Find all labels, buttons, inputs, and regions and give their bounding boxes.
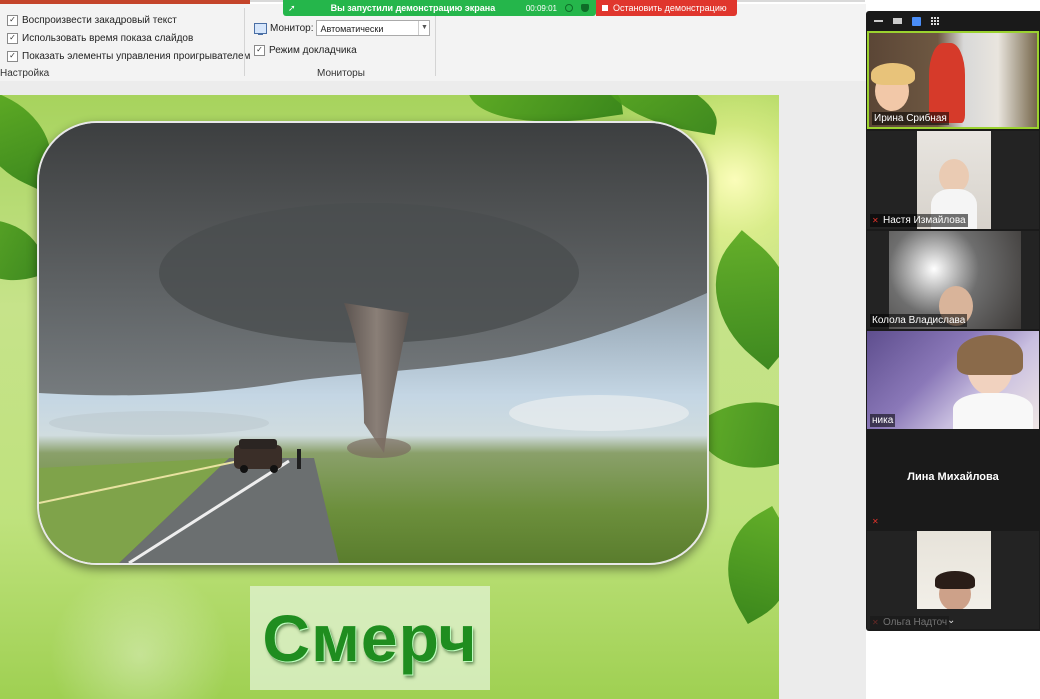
mic-muted-icon: ✕ bbox=[872, 517, 879, 526]
option-label: Воспроизвести закадровый текст bbox=[22, 14, 177, 26]
participant-panel: Ирина Срибная ✕ Настя Измайлова Колола В… bbox=[866, 11, 1040, 631]
stop-share-label: Остановить демонстрацию bbox=[613, 3, 727, 13]
option-play-narration[interactable]: ✓ Воспроизвести закадровый текст bbox=[7, 12, 177, 28]
participant-name-tag: Ирина Срибная bbox=[872, 112, 949, 125]
mic-muted-icon: ✕ bbox=[872, 618, 879, 627]
option-label: Показать элементы управления проигрывате… bbox=[22, 50, 251, 62]
group-divider bbox=[435, 8, 436, 76]
stop-share-button[interactable]: Остановить демонстрацию bbox=[596, 0, 737, 16]
option-label: Режим докладчика bbox=[269, 44, 357, 56]
shield-icon[interactable] bbox=[581, 4, 589, 12]
participant-tile[interactable]: ника bbox=[867, 331, 1039, 429]
participant-name-large: Лина Михайлова bbox=[907, 471, 999, 483]
slide-title: Смерч bbox=[262, 601, 478, 675]
chevron-down-icon[interactable]: ▼ bbox=[418, 21, 429, 35]
hair-shape bbox=[957, 335, 1023, 375]
shirt-shape bbox=[953, 393, 1033, 429]
participant-name: ника bbox=[872, 415, 894, 426]
share-message: Вы запустили демонстрацию экрана bbox=[330, 3, 496, 13]
panel-toolbar bbox=[866, 11, 1040, 31]
monitor-icon bbox=[254, 22, 267, 35]
gallery-view-icon[interactable] bbox=[931, 16, 940, 26]
window-icon[interactable] bbox=[893, 18, 902, 24]
chevron-down-icon[interactable]: ⌄ bbox=[947, 615, 955, 626]
checkbox-icon[interactable]: ✓ bbox=[7, 32, 18, 44]
tornado-illustration bbox=[39, 123, 707, 563]
participant-video bbox=[917, 531, 991, 609]
slide-title-box: Смерч bbox=[250, 586, 490, 690]
participant-tile[interactable]: Лина Михайлова ✕ bbox=[867, 431, 1039, 529]
monitor-value: Автоматически bbox=[320, 24, 384, 34]
participant-name: Колола Владислава bbox=[872, 315, 966, 326]
face-shape bbox=[939, 159, 969, 193]
hair-shape bbox=[871, 63, 915, 85]
checkbox-icon[interactable]: ✓ bbox=[254, 44, 265, 56]
participant-name-tag: ✕ bbox=[870, 516, 882, 527]
participant-name-tag: ✕ Настя Измайлова bbox=[870, 214, 968, 227]
presentation-slide[interactable]: Смерч bbox=[0, 95, 779, 699]
monitor-label: Монитор: bbox=[270, 22, 314, 34]
group-divider bbox=[244, 8, 245, 76]
option-use-timings[interactable]: ✓ Использовать время показа слайдов bbox=[7, 30, 193, 46]
participant-tile[interactable]: Ирина Срибная bbox=[867, 31, 1039, 129]
option-show-media-controls[interactable]: ✓ Показать элементы управления проигрыва… bbox=[7, 48, 250, 64]
participant-name: Настя Измайлова bbox=[883, 215, 966, 226]
participant-name: Ольга Надточ bbox=[883, 617, 948, 628]
option-label: Использовать время показа слайдов bbox=[22, 32, 194, 44]
stop-square-icon bbox=[602, 5, 608, 11]
share-timer: 00:09:01 bbox=[525, 3, 557, 13]
checkbox-icon[interactable]: ✓ bbox=[7, 14, 18, 26]
monitor-selector: Монитор: Автоматически ▼ bbox=[254, 20, 431, 36]
group-label-setup: Настройка bbox=[0, 68, 50, 79]
participant-name-tag: ника bbox=[870, 414, 896, 427]
participant-name-tag: Колола Владислава bbox=[870, 314, 968, 327]
hair-shape bbox=[935, 571, 975, 589]
participant-tile[interactable]: Колола Владислава bbox=[867, 231, 1039, 329]
participant-tile[interactable]: ✕ Настя Измайлова bbox=[867, 131, 1039, 229]
participant-name: Ирина Срибная bbox=[874, 113, 947, 124]
person-shape bbox=[929, 43, 965, 123]
minimize-icon[interactable] bbox=[874, 20, 883, 22]
group-label-monitors: Мониторы bbox=[317, 68, 365, 79]
option-presenter-view[interactable]: ✓ Режим докладчика bbox=[254, 42, 357, 58]
checkbox-icon[interactable]: ✓ bbox=[7, 50, 18, 62]
speaker-view-icon[interactable] bbox=[912, 16, 921, 26]
monitor-dropdown[interactable]: Автоматически ▼ bbox=[316, 20, 431, 36]
leaf-decoration bbox=[702, 506, 779, 624]
mic-muted-icon: ✕ bbox=[872, 216, 879, 225]
participant-name-tag: ✕ Ольга Надточ bbox=[870, 616, 950, 629]
participant-tile[interactable]: ✕ Ольга Надточ ⌄ bbox=[867, 531, 1039, 629]
screen-share-banner: ➚ Вы запустили демонстрацию экрана 00:09… bbox=[283, 0, 596, 16]
share-screen-icon: ➚ bbox=[288, 2, 296, 13]
pause-icon[interactable] bbox=[565, 4, 573, 12]
tornado-photo bbox=[37, 121, 709, 565]
